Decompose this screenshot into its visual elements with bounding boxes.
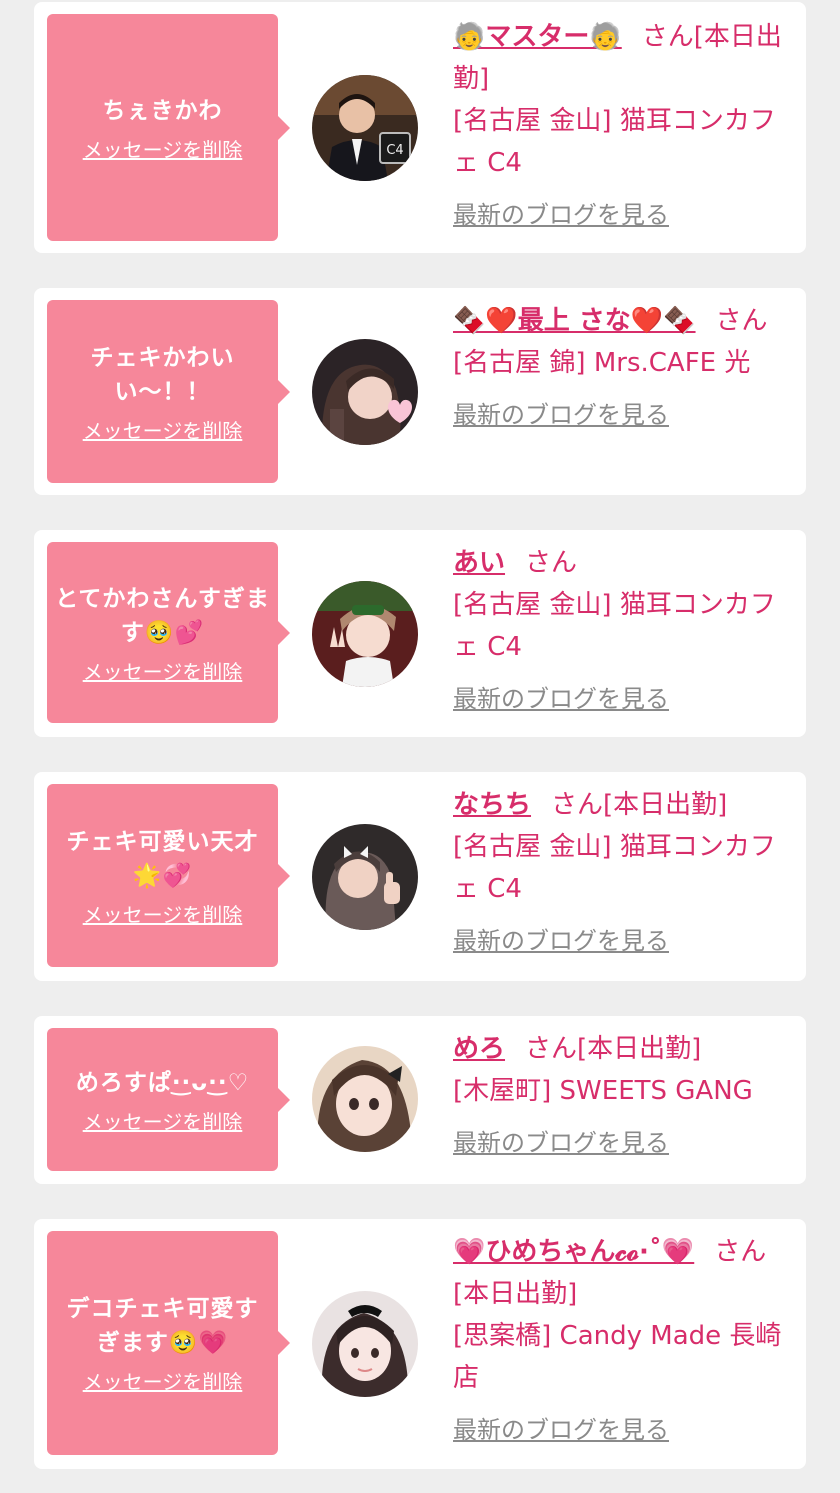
- cast-info: 🧓マスター🧓 さん[本日出勤] [名古屋 金山] 猫耳コンカフェ C4 最新のブロ…: [453, 16, 793, 236]
- honorific: さん: [551, 790, 604, 820]
- message-text: めろすぱ·͜·ᴗ·͜·♡: [75, 1069, 250, 1096]
- avatar-photo-girl-closeup: [312, 1046, 418, 1152]
- shop-name: [木屋町] SWEETS GANG: [453, 1076, 753, 1106]
- cast-info: 🍫❤️最上 さな❤️🍫 さん [名古屋 錦] Mrs.CAFE 光 最新のブログを…: [453, 300, 793, 436]
- message-card: デコチェキ可愛すぎます🥹💗 メッセージを削除 💗ひめちゃん𝓬𝓸·˚💗 さん [本日出…: [34, 1219, 806, 1469]
- message-text: とてかわさんすぎます🥹💕: [55, 585, 270, 646]
- delete-message-link[interactable]: メッセージを削除: [83, 1370, 243, 1394]
- avatar-photo-girl-thumbsup: [312, 824, 418, 930]
- cast-name-link[interactable]: 💗ひめちゃん𝓬𝓸·˚💗: [453, 1237, 694, 1267]
- message-card: チェキかわいい〜！！ メッセージを削除 🍫❤️最上 さな❤️🍫 さん [名古屋 錦…: [34, 288, 806, 495]
- cast-name-link[interactable]: 🍫❤️最上 さな❤️🍫: [453, 306, 696, 336]
- latest-blog-link[interactable]: 最新のブログを見る: [453, 394, 793, 436]
- cast-name-link[interactable]: 🧓マスター🧓: [453, 22, 622, 52]
- delete-message-link[interactable]: メッセージを削除: [83, 903, 243, 927]
- cast-avatar[interactable]: [312, 1291, 418, 1397]
- status-badge: [本日出勤]: [577, 1034, 702, 1064]
- latest-blog-link[interactable]: 最新のブログを見る: [453, 920, 793, 962]
- cast-avatar[interactable]: [312, 581, 418, 687]
- honorific: さん: [525, 1034, 578, 1064]
- message-bubble: チェキ可愛い天才🌟💞 メッセージを削除: [47, 784, 290, 967]
- cast-avatar[interactable]: C4: [312, 75, 418, 181]
- message-bubble: とてかわさんすぎます🥹💕 メッセージを削除: [47, 542, 290, 723]
- latest-blog-link[interactable]: 最新のブログを見る: [453, 1122, 793, 1164]
- shop-name: [名古屋 金山] 猫耳コンカフェ C4: [453, 590, 776, 662]
- honorific: さん: [715, 306, 768, 336]
- shop-name: [名古屋 金山] 猫耳コンカフェ C4: [453, 832, 776, 904]
- shop-name: [名古屋 金山] 猫耳コンカフェ C4: [453, 106, 776, 178]
- avatar-photo-girl-bow: [312, 1291, 418, 1397]
- status-badge: [本日出勤]: [453, 1279, 578, 1309]
- delete-message-link[interactable]: メッセージを削除: [83, 138, 243, 162]
- cast-name-link[interactable]: めろ: [453, 1034, 505, 1064]
- latest-blog-link[interactable]: 最新のブログを見る: [453, 1409, 793, 1451]
- cast-avatar[interactable]: [312, 339, 418, 445]
- message-bubble: ちぇきかわ メッセージを削除: [47, 14, 290, 241]
- message-list-page: { "delete_label": "メッセージを削除", "blog_labe…: [0, 0, 840, 1493]
- honorific: さん: [525, 548, 578, 578]
- shop-name: [思案橋] Candy Made 長崎店: [453, 1321, 782, 1393]
- delete-message-link[interactable]: メッセージを削除: [83, 1110, 243, 1134]
- message-card: とてかわさんすぎます🥹💕 メッセージを削除 あい さん [名古屋 金山] 猫耳コン…: [34, 530, 806, 737]
- avatar-photo-man-suit: C4: [312, 75, 418, 181]
- message-text: デコチェキ可愛すぎます🥹💗: [66, 1296, 259, 1356]
- delete-message-link[interactable]: メッセージを削除: [83, 419, 243, 443]
- message-card: ちぇきかわ メッセージを削除 C4 🧓マスター🧓 さん[本日出勤] [名古屋 金山…: [34, 2, 806, 253]
- delete-message-link[interactable]: メッセージを削除: [83, 660, 243, 684]
- latest-blog-link[interactable]: 最新のブログを見る: [453, 678, 793, 720]
- cast-info: なちち さん[本日出勤] [名古屋 金山] 猫耳コンカフェ C4 最新のブログを見…: [453, 784, 793, 962]
- cast-info: あい さん [名古屋 金山] 猫耳コンカフェ C4 最新のブログを見る: [453, 542, 793, 720]
- message-card: チェキ可愛い天才🌟💞 メッセージを削除 なちち さん[本日出勤] [名古屋 金山]…: [34, 772, 806, 981]
- cast-avatar[interactable]: [312, 1046, 418, 1152]
- message-card: めろすぱ·͜·ᴗ·͜·♡ メッセージを削除 めろ さん[本日出勤] [木屋町] S…: [34, 1016, 806, 1184]
- avatar-photo-girl-peace: [312, 581, 418, 687]
- message-text: チェキ可愛い天才🌟💞: [66, 828, 259, 889]
- honorific: さん: [641, 22, 694, 52]
- status-badge: [本日出勤]: [603, 790, 728, 820]
- message-bubble: めろすぱ·͜·ᴗ·͜·♡ メッセージを削除: [47, 1028, 290, 1171]
- message-text: ちぇきかわ: [102, 97, 223, 124]
- svg-text:C4: C4: [386, 143, 403, 158]
- cast-name-link[interactable]: なちち: [453, 790, 531, 820]
- shop-name: [名古屋 錦] Mrs.CAFE 光: [453, 348, 751, 378]
- message-text: チェキかわいい〜！！: [90, 344, 235, 405]
- cast-name-link[interactable]: あい: [453, 548, 505, 578]
- cast-info: 💗ひめちゃん𝓬𝓸·˚💗 さん [本日出勤] [思案橋] Candy Made 長崎店…: [453, 1231, 793, 1451]
- latest-blog-link[interactable]: 最新のブログを見る: [453, 194, 793, 236]
- avatar-photo-girl-heart: [312, 339, 418, 445]
- message-bubble: デコチェキ可愛すぎます🥹💗 メッセージを削除: [47, 1231, 290, 1455]
- honorific: さん: [714, 1237, 767, 1267]
- cast-avatar[interactable]: [312, 824, 418, 930]
- cast-info: めろ さん[本日出勤] [木屋町] SWEETS GANG 最新のブログを見る: [453, 1028, 793, 1164]
- message-bubble: チェキかわいい〜！！ メッセージを削除: [47, 300, 290, 483]
